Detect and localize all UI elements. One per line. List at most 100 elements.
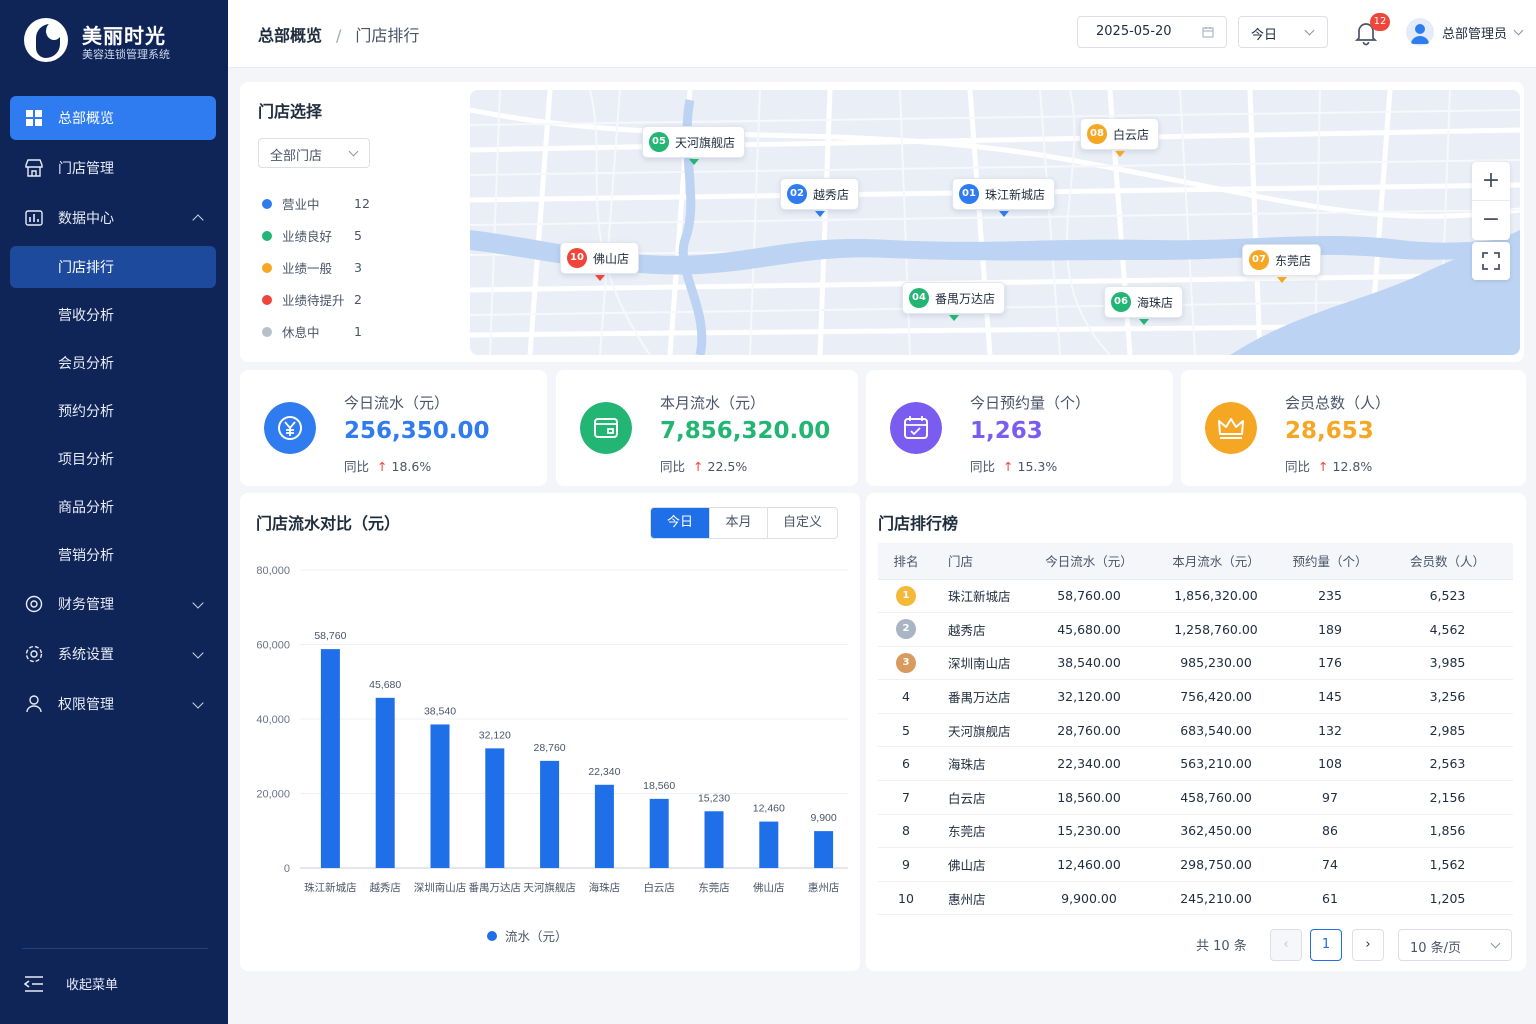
sidebar-item-2[interactable]: 数据中心 bbox=[10, 196, 216, 240]
sidebar-item-5[interactable]: 会员分析 bbox=[10, 342, 216, 384]
table-cell: 458,760.00 bbox=[1154, 780, 1278, 815]
table-cell: 海珠店 bbox=[934, 746, 1024, 782]
sidebar-item-4[interactable]: 营收分析 bbox=[10, 294, 216, 336]
pin-number: 02 bbox=[787, 184, 807, 204]
store-select-card: 门店选择 全部门店 营业中 12 业绩良好 5 业绩一般 3 业绩待提升 2 休息中 1 05 天河… bbox=[240, 82, 1524, 362]
date-picker[interactable]: 2025-05-20 bbox=[1077, 16, 1227, 48]
store-pin[interactable]: 07 东莞店 bbox=[1242, 244, 1322, 283]
table-cell: 45,680.00 bbox=[1024, 612, 1154, 647]
page-size-select[interactable]: 10 条/页 bbox=[1398, 929, 1512, 961]
table-cell: 2,156 bbox=[1382, 780, 1513, 815]
legend-label: 业绩待提升 bbox=[282, 293, 345, 308]
sidebar-item-12[interactable]: 权限管理 bbox=[10, 682, 216, 726]
pin-pointer bbox=[948, 315, 959, 321]
medal-icon: 2 bbox=[896, 619, 916, 640]
bar[interactable] bbox=[814, 831, 834, 868]
divider bbox=[22, 948, 208, 949]
brand-title: 美丽时光 bbox=[82, 24, 166, 48]
sidebar-item-0[interactable]: 总部概览 bbox=[10, 96, 216, 140]
x-tick-label: 深圳南山店 bbox=[414, 881, 467, 894]
legend-count: 2 bbox=[354, 292, 362, 307]
table-cell: 珠江新城店 bbox=[934, 579, 1024, 614]
table-row[interactable]: 5 天河旗舰店 28,760.00 683,540.00 132 2,985 bbox=[878, 713, 1513, 748]
y-tick-label: 80,000 bbox=[256, 565, 290, 577]
bar-value-label: 38,540 bbox=[424, 705, 456, 717]
store-map[interactable]: 05 天河旗舰店 08 白云店 02 越秀店 01 珠江新城店 10 佛山店 07 东莞店 04 番禺万达… bbox=[470, 90, 1520, 355]
bar[interactable] bbox=[704, 811, 724, 868]
store-pin[interactable]: 10 佛山店 bbox=[560, 242, 640, 281]
bar[interactable] bbox=[540, 760, 560, 868]
table-row[interactable]: 2 越秀店 45,680.00 1,258,760.00 189 4,562 bbox=[878, 612, 1513, 647]
store-pin[interactable]: 02 越秀店 bbox=[780, 178, 860, 217]
sidebar-item-3[interactable]: 门店排行 bbox=[10, 246, 216, 288]
table-cell: 6,523 bbox=[1382, 579, 1513, 614]
store-pin[interactable]: 06 海珠店 bbox=[1104, 286, 1184, 325]
store-pin[interactable]: 04 番禺万达店 bbox=[902, 282, 1006, 321]
table-cell: 深圳南山店 bbox=[934, 646, 1024, 681]
fullscreen-button[interactable] bbox=[1472, 242, 1510, 280]
rank-cell: 7 bbox=[878, 780, 934, 815]
table-cell: 天河旗舰店 bbox=[934, 713, 1024, 748]
table-cell: 佛山店 bbox=[934, 847, 1024, 882]
medal-icon: 1 bbox=[896, 585, 916, 606]
bar[interactable] bbox=[485, 748, 505, 868]
table-row[interactable]: 3 深圳南山店 38,540.00 985,230.00 176 3,985 bbox=[878, 646, 1513, 681]
table-cell: 18,560.00 bbox=[1024, 780, 1154, 815]
bar-value-label: 9,900 bbox=[810, 812, 836, 824]
bar[interactable] bbox=[759, 821, 779, 868]
table-cell: 1,856,320.00 bbox=[1154, 579, 1278, 614]
store-select-title: 门店选择 bbox=[258, 102, 323, 121]
sidebar-item-10[interactable]: 财务管理 bbox=[10, 582, 216, 626]
table-cell: 1,205 bbox=[1382, 881, 1513, 916]
sidebar-item-1[interactable]: 门店管理 bbox=[10, 146, 216, 190]
next-page-button[interactable]: › bbox=[1352, 929, 1384, 961]
breadcrumb-root[interactable]: 总部概览 bbox=[258, 26, 322, 45]
column-header: 门店 bbox=[934, 543, 1024, 580]
user-menu[interactable]: 总部管理员 bbox=[1406, 18, 1524, 46]
table-row[interactable]: 1 珠江新城店 58,760.00 1,856,320.00 235 6,523 bbox=[878, 579, 1513, 614]
x-tick-label: 惠州店 bbox=[808, 881, 840, 894]
calendar-icon bbox=[890, 402, 942, 454]
zoom-control: + − bbox=[1472, 162, 1510, 240]
sidebar-item-8[interactable]: 商品分析 bbox=[10, 486, 216, 528]
table-cell: 145 bbox=[1278, 679, 1382, 714]
x-tick-label: 番禺万达店 bbox=[469, 881, 522, 894]
store-icon bbox=[25, 159, 43, 177]
table-row[interactable]: 9 佛山店 12,460.00 298,750.00 74 1,562 bbox=[878, 847, 1513, 882]
table-row[interactable]: 10 惠州店 9,900.00 245,210.00 61 1,205 bbox=[878, 881, 1513, 916]
table-row[interactable]: 7 白云店 18,560.00 458,760.00 97 2,156 bbox=[878, 780, 1513, 815]
table-cell: 235 bbox=[1278, 579, 1382, 614]
prev-page-button[interactable]: ‹ bbox=[1270, 929, 1302, 961]
store-pin[interactable]: 05 天河旗舰店 bbox=[642, 126, 746, 165]
bar[interactable] bbox=[320, 649, 340, 868]
column-header: 会员数（人） bbox=[1382, 543, 1513, 580]
page-1-button[interactable]: 1 bbox=[1310, 929, 1342, 961]
bar[interactable] bbox=[375, 697, 395, 868]
range-select[interactable]: 今日 bbox=[1238, 16, 1328, 48]
table-row[interactable]: 6 海珠店 22,340.00 563,210.00 108 2,563 bbox=[878, 746, 1513, 782]
sidebar-item-label: 预约分析 bbox=[58, 404, 114, 420]
bar[interactable] bbox=[649, 798, 669, 868]
column-header: 预约量（个） bbox=[1278, 543, 1382, 580]
zoom-out-button[interactable]: − bbox=[1472, 201, 1510, 240]
store-dropdown[interactable]: 全部门店 bbox=[258, 138, 370, 168]
trend-label: 同比 bbox=[1285, 459, 1311, 474]
sidebar-item-7[interactable]: 项目分析 bbox=[10, 438, 216, 480]
bar[interactable] bbox=[430, 724, 450, 868]
collapse-menu-button[interactable]: 收起菜单 bbox=[24, 974, 118, 993]
status-dot bbox=[262, 198, 272, 209]
breadcrumb: 总部概览 / 门店排行 bbox=[258, 26, 420, 45]
sidebar-item-6[interactable]: 预约分析 bbox=[10, 390, 216, 432]
sidebar-item-11[interactable]: 系统设置 bbox=[10, 632, 216, 676]
table-cell: 108 bbox=[1278, 746, 1382, 782]
table-row[interactable]: 8 东莞店 15,230.00 362,450.00 86 1,856 bbox=[878, 814, 1513, 849]
stat-trend: 同比 ↑ 22.5% bbox=[660, 456, 747, 475]
legend-item: 营业中 12 bbox=[262, 194, 372, 213]
table-row[interactable]: 4 番禺万达店 32,120.00 756,420.00 145 3,256 bbox=[878, 679, 1513, 714]
zoom-in-button[interactable]: + bbox=[1472, 162, 1510, 201]
store-pin[interactable]: 08 白云店 bbox=[1080, 118, 1160, 157]
bar[interactable] bbox=[594, 784, 614, 868]
store-pin[interactable]: 01 珠江新城店 bbox=[952, 178, 1056, 217]
pin-pointer bbox=[814, 211, 825, 217]
sidebar-item-9[interactable]: 营销分析 bbox=[10, 534, 216, 576]
